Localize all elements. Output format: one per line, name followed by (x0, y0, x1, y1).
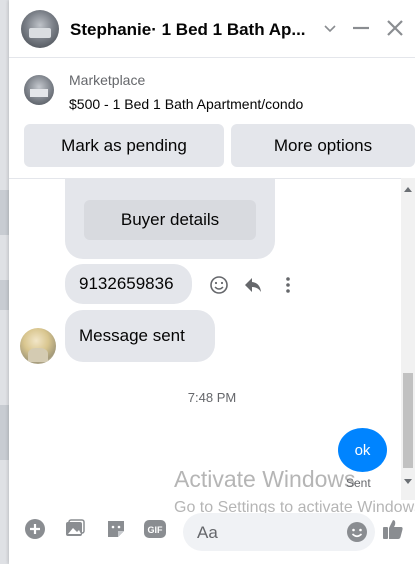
message-scrollbar[interactable] (401, 178, 415, 500)
activate-windows-watermark: Activate Windows (174, 466, 356, 492)
image-icon[interactable] (63, 517, 87, 541)
emoji-icon[interactable] (345, 520, 369, 544)
minimize-icon[interactable] (349, 16, 373, 40)
reply-icon[interactable] (241, 273, 265, 297)
scroll-down-arrow-icon[interactable] (404, 479, 412, 484)
phone-message-bubble[interactable]: 9132659836 (65, 264, 192, 304)
gif-icon-label: GIF (148, 525, 164, 535)
conversation-avatar[interactable] (21, 10, 59, 48)
sender-avatar[interactable] (20, 328, 56, 364)
conversation-title[interactable]: Stephanie· 1 Bed 1 Bath Ap... (70, 20, 318, 40)
more-options-button[interactable]: More options (231, 124, 415, 167)
listing-source: Marketplace (69, 72, 146, 88)
chevron-down-icon[interactable] (318, 16, 342, 40)
sticker-icon[interactable] (104, 517, 128, 541)
react-emoji-icon[interactable] (207, 273, 231, 297)
message-input[interactable]: Aa (183, 513, 375, 551)
marketplace-listing[interactable]: Marketplace $500 - 1 Bed 1 Bath Apartmen… (9, 58, 415, 120)
close-icon[interactable] (383, 16, 407, 40)
chat-window: Stephanie· 1 Bed 1 Bath Ap... Marketplac… (9, 0, 415, 564)
message-sent-bubble[interactable]: Message sent (65, 310, 215, 362)
listing-thumbnail (24, 75, 54, 105)
gif-icon[interactable]: GIF (143, 517, 167, 541)
message-status: Sent (346, 476, 371, 490)
background-block (0, 405, 9, 460)
thumbs-up-icon[interactable] (381, 517, 405, 541)
listing-title: $500 - 1 Bed 1 Bath Apartment/condo (69, 96, 304, 112)
chat-header: Stephanie· 1 Bed 1 Bath Ap... (9, 0, 415, 58)
scroll-up-arrow-icon[interactable] (404, 187, 412, 192)
background-block (0, 280, 9, 310)
background-page-strip (0, 0, 9, 564)
message-timestamp: 7:48 PM (187, 390, 237, 405)
mark-as-pending-button[interactable]: Mark as pending (24, 124, 224, 167)
buyer-details-button[interactable]: Buyer details (84, 200, 256, 240)
scrollbar-thumb[interactable] (403, 373, 413, 468)
more-vertical-icon[interactable] (276, 273, 300, 297)
message-input-placeholder: Aa (197, 523, 218, 542)
plus-icon[interactable] (23, 517, 47, 541)
background-block (0, 190, 9, 235)
